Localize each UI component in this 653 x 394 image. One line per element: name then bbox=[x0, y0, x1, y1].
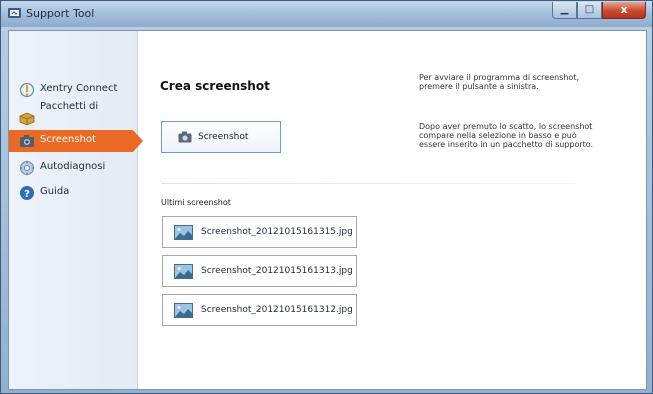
sidebar: Xentry Connect Pacchetti di Screenshot A… bbox=[9, 31, 143, 389]
sidebar-item-autodiagnosis[interactable]: Autodiagnosi bbox=[9, 157, 137, 179]
info-text-start: Per avviare il programma di screenshot, … bbox=[419, 73, 579, 91]
sidebar-item-label: Guida bbox=[40, 186, 70, 197]
minimize-button[interactable]: ▁ bbox=[552, 2, 577, 19]
image-file-icon bbox=[174, 225, 193, 240]
info-text-after: Dopo aver premuto lo scatto, lo screensh… bbox=[419, 122, 594, 149]
screenshot-file-name: Screenshot_20121015161313.jpg bbox=[201, 266, 353, 276]
window-title: Support Tool bbox=[26, 7, 95, 20]
help-icon: ? bbox=[20, 186, 34, 200]
app-window: Support Tool ▁ □ x Xentry Connect Pacche… bbox=[0, 0, 653, 394]
xentry-connect-icon bbox=[19, 82, 35, 98]
window-controls: ▁ □ x bbox=[552, 2, 646, 20]
sidebar-item-packages[interactable]: Pacchetti di bbox=[9, 101, 137, 131]
screenshot-file-item[interactable]: Screenshot_20121015161312.jpg bbox=[162, 294, 357, 326]
recent-screenshots-label: Ultimi screenshot bbox=[161, 198, 231, 207]
screenshot-button-label: Screenshot bbox=[198, 132, 249, 142]
page-title: Crea screenshot bbox=[160, 79, 270, 93]
sidebar-item-label: Pacchetti di bbox=[40, 101, 99, 112]
sidebar-item-help[interactable]: ? Guida bbox=[9, 182, 137, 204]
screenshot-file-item[interactable]: Screenshot_20121015161313.jpg bbox=[162, 255, 357, 287]
screenshot-file-item[interactable]: Screenshot_20121015161315.jpg bbox=[162, 216, 357, 248]
divider bbox=[161, 183, 575, 184]
screenshot-button[interactable]: Screenshot bbox=[161, 121, 281, 153]
sidebar-item-label: Screenshot bbox=[40, 134, 96, 145]
sidebar-item-label: Autodiagnosi bbox=[40, 161, 106, 172]
package-icon bbox=[19, 112, 35, 126]
client-area: Xentry Connect Pacchetti di Screenshot A… bbox=[8, 30, 647, 390]
sidebar-item-screenshot[interactable]: Screenshot bbox=[9, 130, 143, 152]
sidebar-item-label: Xentry Connect bbox=[40, 83, 118, 94]
image-file-icon bbox=[174, 264, 193, 279]
maximize-button[interactable]: □ bbox=[577, 2, 602, 19]
close-button[interactable]: x bbox=[602, 2, 646, 19]
autodiagnosis-icon bbox=[19, 160, 35, 176]
screenshot-file-name: Screenshot_20121015161312.jpg bbox=[201, 305, 353, 315]
camera-icon bbox=[20, 135, 34, 147]
app-icon bbox=[8, 8, 21, 18]
sidebar-item-xentry-connect[interactable]: Xentry Connect bbox=[9, 79, 137, 101]
camera-icon bbox=[178, 131, 192, 143]
title-bar[interactable]: Support Tool ▁ □ x bbox=[1, 1, 652, 27]
image-file-icon bbox=[174, 303, 193, 318]
svg-text:?: ? bbox=[24, 189, 30, 200]
screenshot-file-name: Screenshot_20121015161315.jpg bbox=[201, 227, 353, 237]
